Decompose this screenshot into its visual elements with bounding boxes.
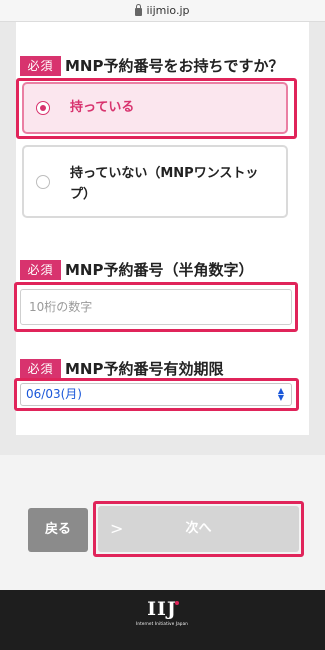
required-badge: 必須	[20, 358, 61, 379]
question-label: MNP予約番号（半角数字）	[65, 261, 254, 279]
required-badge: 必須	[20, 55, 61, 76]
question-label: MNP予約番号有効期限	[65, 360, 224, 378]
question-mnp-has-number: 必須 MNP予約番号をお持ちですか？	[20, 55, 283, 76]
browser-url-bar[interactable]: iijmio.jp	[0, 0, 325, 22]
question-label: MNP予約番号をお持ちですか？	[65, 57, 284, 75]
highlight-frame	[14, 282, 298, 332]
highlight-frame	[93, 501, 304, 557]
radio-unselected-icon[interactable]	[36, 175, 50, 189]
highlight-frame	[14, 378, 299, 411]
radio-option-no-number[interactable]: 持っていない（MNPワンストップ）	[22, 145, 288, 218]
question-mnp-number: 必須 MNP予約番号（半角数字）	[20, 259, 253, 280]
required-badge: 必須	[20, 259, 61, 280]
radio-option-label: 持っていない（MNPワンストップ）	[70, 166, 259, 202]
lock-icon	[135, 4, 143, 16]
back-button[interactable]: 戻る	[28, 508, 88, 552]
logo-tagline: Internet Initiative Japan	[135, 621, 189, 626]
url-text: iijmio.jp	[146, 4, 190, 17]
logo-mark: IIJ	[142, 599, 182, 619]
highlight-frame	[16, 78, 297, 139]
iij-logo[interactable]: IIJ Internet Initiative Japan	[136, 599, 188, 626]
question-mnp-expiry: 必須 MNP予約番号有効期限	[20, 358, 223, 379]
